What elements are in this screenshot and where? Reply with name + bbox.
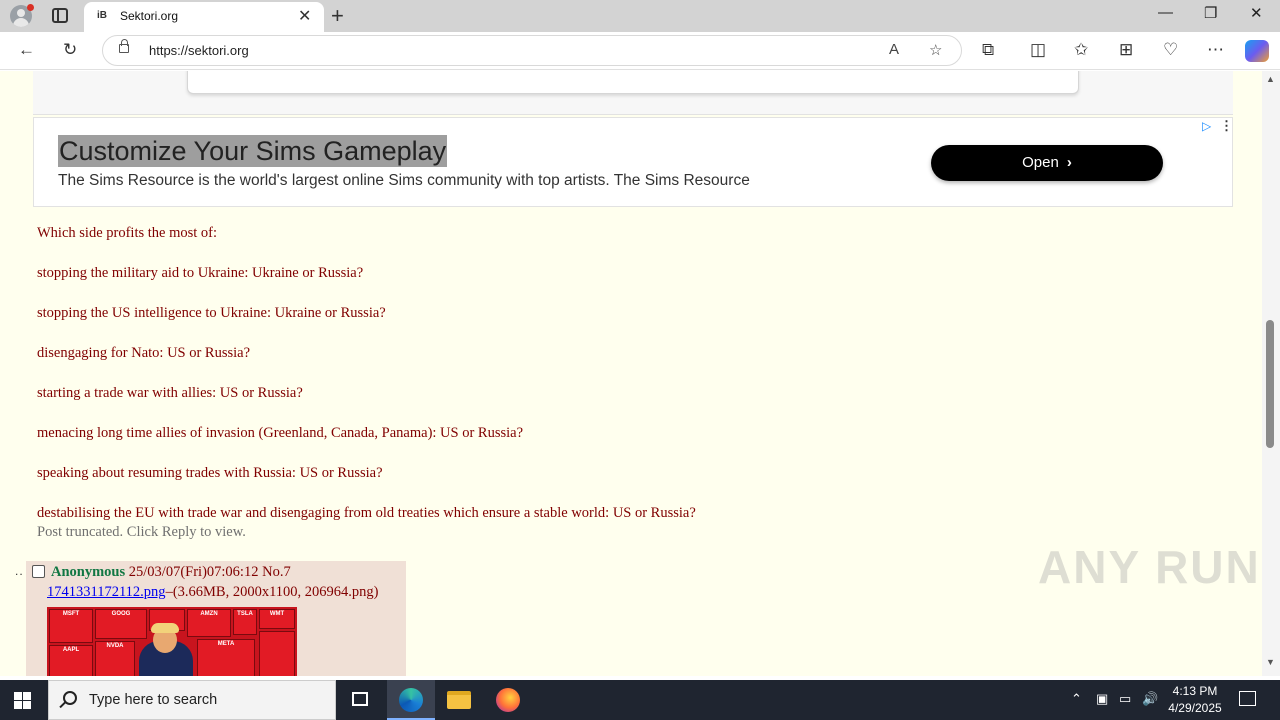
search-icon	[63, 691, 77, 705]
new-tab-button[interactable]: +	[331, 3, 344, 29]
chevron-up-icon[interactable]: ⌃	[1071, 691, 1082, 707]
reply-checkbox[interactable]	[32, 565, 45, 578]
chevron-right-icon: ›	[1066, 154, 1072, 171]
windows-start-icon[interactable]	[14, 692, 32, 710]
network-icon[interactable]: ▭	[1119, 691, 1131, 707]
taskbar-file-explorer-button[interactable]	[435, 680, 483, 720]
thumb-tile: NVDA	[95, 641, 135, 676]
clock-time: 4:13 PM	[1172, 684, 1218, 698]
file-meta: –(3.66MB, 2000x1100, 206964.png)	[165, 584, 379, 600]
tab-sektori[interactable]: iB Sektori.org ✕	[84, 2, 324, 32]
ad-more-icon[interactable]: ⋮	[1220, 118, 1233, 134]
thumb-tile	[259, 631, 295, 676]
taskbar-clock[interactable]: 4:13 PM 4/29/2025	[1160, 683, 1230, 717]
page-scrollbar[interactable]: ▲ ▼	[1262, 71, 1280, 676]
taskbar-search-box[interactable]: Type here to search	[48, 680, 336, 720]
refresh-icon[interactable]: ↻	[63, 40, 77, 60]
address-url[interactable]: https://sektori.org	[149, 43, 249, 58]
post-line: starting a trade war with allies: US or …	[37, 385, 303, 401]
poster-name: Anonymous	[51, 564, 126, 580]
copilot-icon[interactable]	[1245, 40, 1269, 62]
thumb-person-hair	[151, 623, 179, 633]
tab-title: Sektori.org	[120, 9, 179, 23]
split-screen-icon[interactable]: ◫	[1030, 40, 1046, 60]
file-link[interactable]: 1741331172112.png	[47, 584, 166, 600]
post-line: disengaging for Nato: US or Russia?	[37, 345, 251, 361]
more-icon[interactable]: ⋯	[1207, 40, 1224, 60]
favorite-icon[interactable]: ☆	[929, 41, 942, 59]
edge-icon	[399, 688, 423, 712]
top-ad-banner	[33, 71, 1233, 115]
thumb-tile: MSFT	[49, 609, 93, 643]
thumb-tile: AAPL	[49, 645, 93, 676]
volume-icon[interactable]: 🔊	[1142, 691, 1158, 707]
windows-taskbar: Type here to search ⌃ ▣ ▭ 🔊 4:13 PM 4/29…	[0, 680, 1280, 720]
restore-button[interactable]: ❐	[1204, 4, 1217, 22]
browser-tab-bar: iB Sektori.org ✕ + — ❐ ✕	[0, 0, 1280, 32]
taskbar-firefox-button[interactable]	[484, 680, 532, 720]
post-line: speaking about resuming trades with Russ…	[37, 465, 383, 481]
browser-essentials-icon[interactable]: ♡	[1163, 40, 1178, 60]
tab-actions-icon[interactable]	[52, 8, 68, 23]
tab-close-icon[interactable]: ✕	[298, 6, 311, 26]
ad-open-label: Open	[1022, 154, 1059, 171]
reply-file-info: 1741331172112.png–(3.66MB, 2000x1100, 20…	[47, 584, 379, 601]
thumb-tile: AMZN	[187, 609, 231, 637]
thumb-tile: GOOG	[95, 609, 147, 639]
lock-icon[interactable]	[119, 39, 129, 53]
anyrun-watermark: ANY RUN	[1038, 541, 1261, 593]
reply-thumbnail[interactable]: MSFT GOOG AMZN TSLA WMT META AAPL NVDA	[47, 607, 297, 676]
reply-post: Anonymous 25/03/07(Fri)07:06:12 No.7 174…	[26, 561, 406, 676]
task-view-icon	[352, 692, 368, 706]
scroll-up-icon[interactable]: ▲	[1266, 74, 1275, 84]
post-number[interactable]: No.7	[262, 564, 291, 580]
folder-icon	[447, 691, 471, 709]
close-window-button[interactable]: ✕	[1250, 4, 1263, 22]
sims-ad-banner[interactable]: Customize Your Sims Gameplay The Sims Re…	[33, 117, 1233, 207]
tab-favicon-icon: iB	[97, 10, 107, 21]
scrollbar-thumb[interactable]	[1266, 320, 1274, 448]
post-line: stopping the military aid to Ukraine: Uk…	[37, 265, 364, 281]
task-view-button[interactable]	[336, 680, 384, 720]
taskbar-edge-button[interactable]	[387, 680, 435, 720]
ad-description[interactable]: The Sims Resource is the world's largest…	[58, 172, 750, 190]
post-line: menacing long time allies of invasion (G…	[37, 425, 524, 441]
post-datetime: 25/03/07(Fri)07:06:12	[128, 564, 259, 580]
search-placeholder[interactable]: Type here to search	[89, 692, 217, 708]
thumb-tile: META	[197, 639, 255, 676]
minimize-button[interactable]: —	[1158, 4, 1173, 21]
back-icon[interactable]: ←	[18, 40, 35, 60]
ad-choices-icon[interactable]: ▷	[1202, 119, 1211, 133]
top-ad-card[interactable]	[187, 71, 1079, 94]
profile-notification-badge	[27, 4, 34, 11]
meet-now-icon[interactable]: ▣	[1096, 691, 1108, 707]
notification-icon[interactable]	[1239, 691, 1256, 706]
page-viewport: Customize Your Sims Gameplay The Sims Re…	[0, 71, 1262, 676]
firefox-icon	[496, 688, 520, 712]
read-aloud-icon[interactable]: A	[889, 41, 899, 58]
thumb-tile: TSLA	[233, 609, 257, 635]
thumb-tile: WMT	[259, 609, 295, 629]
collections-icon[interactable]: ⊞	[1119, 40, 1133, 60]
favorites-icon[interactable]: ✩	[1074, 40, 1088, 60]
post-truncated-notice: Post truncated. Click Reply to view.	[37, 524, 246, 540]
post-line: stopping the US intelligence to Ukraine:…	[37, 305, 386, 321]
reply-header: Anonymous 25/03/07(Fri)07:06:12 No.7	[51, 564, 291, 581]
browser-toolbar: ← ↻ https://sektori.org A ☆ ⧉ ◫ ✩ ⊞ ♡ ⋯	[0, 32, 1280, 70]
post-line: Which side profits the most of:	[37, 225, 218, 241]
ad-title[interactable]: Customize Your Sims Gameplay	[58, 135, 448, 167]
ad-open-button[interactable]: Open ›	[931, 145, 1163, 181]
reply-dots: ..	[15, 564, 24, 578]
post-body: Which side profits the most of: stopping…	[37, 225, 1137, 545]
clock-date: 4/29/2025	[1168, 701, 1222, 715]
address-bar[interactable]: https://sektori.org A ☆	[102, 35, 962, 66]
extensions-icon[interactable]: ⧉	[982, 40, 994, 60]
scroll-down-icon[interactable]: ▼	[1266, 657, 1275, 667]
